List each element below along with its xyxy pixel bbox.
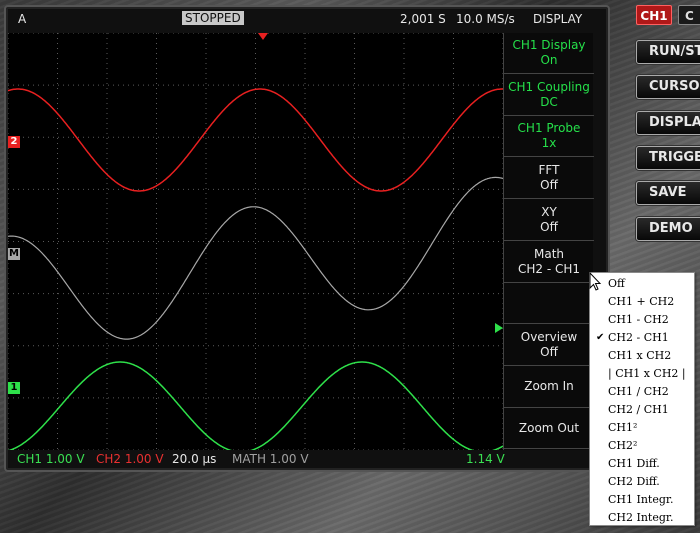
math-menu-item[interactable]: CH1 - CH2 [590,311,694,329]
ch1-waveform [8,361,503,450]
scope-top-bar: A STOPPED 2,001 S 10.0 MS/s DISPLAY [10,9,606,31]
math-function-menu: Off CH1 + CH2 CH1 - CH2 ✔ CH2 - CH1 CH1 x CH2… [589,272,695,526]
math-menu-item[interactable]: CH1 Diff. [590,455,694,473]
side-menu: CH1 Display On CH1 Coupling DC CH1 Probe 1x FF… [503,33,594,450]
side-menu-item-value: Off [540,178,558,193]
side-menu-item[interactable]: Zoom Out [504,408,594,450]
math-menu-item[interactable]: CH1 + CH2 [590,293,694,311]
side-menu-item[interactable]: Math CH2 - CH1 [504,242,594,283]
math-menu-item-label: CH2 / CH1 [608,403,669,416]
math-menu-item-label: CH2 Integr. [608,511,674,524]
math-scale: MATH 1.00 V [232,452,309,466]
ch2-scale: CH2 1.00 V [96,452,164,466]
side-menu-item[interactable]: CH1 Coupling DC [504,75,594,116]
math-menu-item-label: Off [608,277,625,290]
ch1-scale: CH1 1.00 V [17,452,85,466]
side-menu-item-value: DC [540,94,558,109]
side-menu-item-value: Off [540,344,558,359]
side-menu-item-label: XY [541,204,557,219]
graticule-grid [8,33,503,450]
waveform-plot [8,33,503,450]
sample-rate: 10.0 MS/s [456,12,515,26]
side-menu-item[interactable]: XY Off [504,200,594,241]
side-menu-item-label: FFT [538,163,560,178]
math-menu-item[interactable]: CH1 / CH2 [590,383,694,401]
trigger-position-marker [258,33,268,40]
math-menu-item-label: CH1 Diff. [608,457,660,470]
run-status-badge: STOPPED [182,11,244,25]
trigger-button[interactable]: TRIGGE [636,146,700,170]
ch2-waveform [8,88,503,192]
mouse-pointer-icon [589,272,602,291]
math-menu-item[interactable]: CH2 Integr. [590,509,694,527]
side-menu-item-label: CH1 Probe [517,121,581,136]
side-menu-item-label: Math [533,246,565,261]
side-menu-item-value: Off [540,219,558,234]
math-menu-item[interactable]: ✔ CH2 - CH1 [590,329,694,347]
side-menu-item[interactable] [504,283,594,325]
trigger-level-marker [495,323,503,333]
timebase: 20.0 µs [172,452,217,466]
math-menu-item-label: CH1² [608,421,638,434]
side-menu-item-label: Zoom Out [518,420,580,435]
side-menu-item-label: CH1 Display [512,38,586,52]
sample-count: 2,001 S [400,12,446,26]
math-menu-item-label: CH1 + CH2 [608,295,675,308]
ch1-button[interactable]: CH1 [636,5,672,25]
math-menu-item[interactable]: CH1 Integr. [590,491,694,509]
trigger-level: 1.14 V [466,452,505,466]
side-menu-item-value: 1x [541,136,557,151]
math-menu-item-label: CH1 x CH2 [608,349,672,362]
math-menu-item-label: CH2 Diff. [608,475,660,488]
math-menu-item-label: CH1 / CH2 [608,385,669,398]
side-menu-item-value: CH2 - CH1 [517,261,581,276]
math-ground-marker[interactable]: M [8,248,20,260]
math-menu-item-label: CH1 - CH2 [608,313,669,326]
side-menu-item-label: CH1 Coupling [508,79,590,94]
math-menu-item[interactable]: CH2² [590,437,694,455]
math-menu-item[interactable]: CH1 x CH2 [590,347,694,365]
status-bar: CH1 1.00 V CH2 1.00 V 20.0 µs MATH 1.00 … [10,451,606,469]
math-menu-item-label: CH1 Integr. [608,493,674,506]
menu-title: DISPLAY [533,12,583,26]
side-menu-item[interactable]: CH1 Display On [504,33,594,74]
side-menu-item-label: Overview [520,329,578,344]
save-button[interactable]: SAVE [636,181,700,205]
side-menu-item[interactable]: Zoom In [504,367,594,408]
ch1-ground-marker[interactable]: 1 [8,382,20,394]
math-menu-item-label: CH2² [608,439,638,452]
math-menu-item-label: | CH1 x CH2 | [608,367,686,380]
math-menu-item[interactable]: CH1² [590,419,694,437]
math-menu-item[interactable]: Off [590,275,694,293]
display-button[interactable]: DISPLA [636,111,700,135]
acquisition-mode: A [18,12,27,26]
checkmark-icon: ✔ [596,332,605,343]
ch2-ground-marker[interactable]: 2 [8,136,20,148]
side-menu-item[interactable]: FFT Off [504,158,594,200]
run-stop-button[interactable]: RUN/STO [636,40,700,64]
side-menu-item-value: On [540,53,558,67]
math-menu-item[interactable]: | CH1 x CH2 | [590,365,694,383]
cursor-button[interactable]: CURSO [636,75,700,99]
math-menu-item[interactable]: CH2 Diff. [590,473,694,491]
side-menu-item[interactable]: Overview Off [504,325,594,366]
waveform-graticule[interactable] [8,33,503,450]
ch2-button[interactable]: C [678,5,700,25]
math-menu-item[interactable]: CH2 / CH1 [590,401,694,419]
side-menu-item[interactable]: CH1 Probe 1x [504,116,594,158]
demo-button[interactable]: DEMO [636,217,700,241]
side-menu-item-label: Zoom In [524,379,574,394]
math-menu-item-label: CH2 - CH1 [608,331,669,344]
